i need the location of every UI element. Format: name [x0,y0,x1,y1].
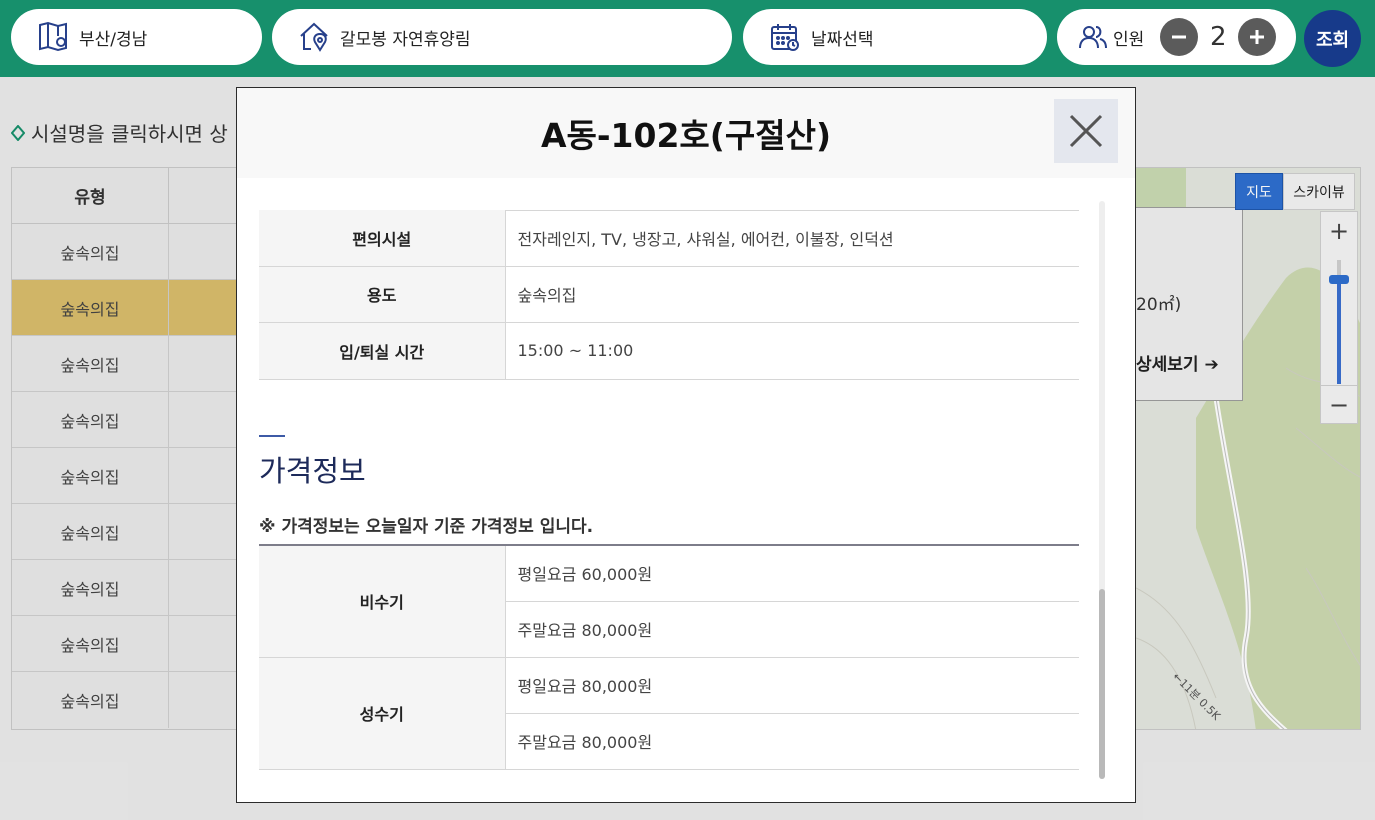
decrease-people-button[interactable] [1160,18,1199,56]
forest-value: 갈모봉 자연휴양림 [340,29,471,50]
facility-detail-modal: A동-102호(구절산) 편의시설 전자레인지, TV, 냉장고, 샤워실, 에… [236,87,1136,803]
info-value: 전자레인지, TV, 냉장고, 샤워실, 에어컨, 이불장, 인덕션 [505,210,1079,267]
increase-people-button[interactable] [1238,18,1277,56]
date-selector[interactable]: 날짜선택 [743,9,1047,65]
weekend-price: 주말요금 80,000원 [505,601,1079,658]
section-accent-line [259,435,285,437]
weekday-price: 평일요금 60,000원 [505,545,1079,602]
region-selector[interactable]: 부산/경남 [11,9,262,65]
weekday-price: 평일요금 80,000원 [505,657,1079,714]
modal-title: A동-102호(구절산) [540,116,832,155]
table-row: 편의시설 전자레인지, TV, 냉장고, 샤워실, 에어컨, 이불장, 인덕션 [259,210,1079,267]
people-label: 인원 [1113,29,1145,50]
people-selector: 인원 2 [1057,9,1296,65]
facility-info-table: 편의시설 전자레인지, TV, 냉장고, 샤워실, 에어컨, 이불장, 인덕션 … [259,210,1079,380]
table-row: 비수기 평일요금 60,000원 [259,545,1079,658]
map-book-icon [35,19,71,55]
info-label: 입/퇴실 시간 [259,322,506,380]
info-label: 편의시설 [259,210,506,267]
calendar-icon [767,19,803,55]
table-row: 성수기 평일요금 80,000원 [259,657,1079,770]
info-value: 숲속의집 [505,266,1079,323]
house-pin-icon [296,19,332,55]
season-label: 성수기 [259,657,506,770]
table-row: 용도 숲속의집 [259,266,1079,323]
people-icon [1075,19,1111,55]
close-button[interactable] [1054,99,1118,163]
date-placeholder: 날짜선택 [811,29,874,50]
region-value: 부산/경남 [79,29,148,50]
modal-scrollbar[interactable] [1099,201,1105,779]
price-section-title: 가격정보 [259,454,366,488]
search-button[interactable]: 조회 [1304,10,1361,67]
forest-selector[interactable]: 갈모봉 자연휴양림 [272,9,732,65]
price-note: ※ 가격정보는 오늘일자 기준 가격정보 입니다. [259,517,594,537]
info-value: 15:00 ~ 11:00 [505,322,1079,380]
people-count: 2 [1210,22,1227,52]
search-bar: 부산/경남 갈모봉 자연휴양림 날짜선택 인원 2 조회 [0,0,1375,77]
modal-header: A동-102호(구절산) [237,88,1135,178]
weekend-price: 주말요금 80,000원 [505,713,1079,770]
close-icon [1069,114,1103,148]
price-table: 비수기 평일요금 60,000원 주말요금 80,000원 성수기 평일요금 8… [259,544,1079,770]
info-label: 용도 [259,266,506,323]
scrollbar-thumb[interactable] [1099,589,1105,779]
season-label: 비수기 [259,545,506,658]
table-row: 입/퇴실 시간 15:00 ~ 11:00 [259,322,1079,380]
